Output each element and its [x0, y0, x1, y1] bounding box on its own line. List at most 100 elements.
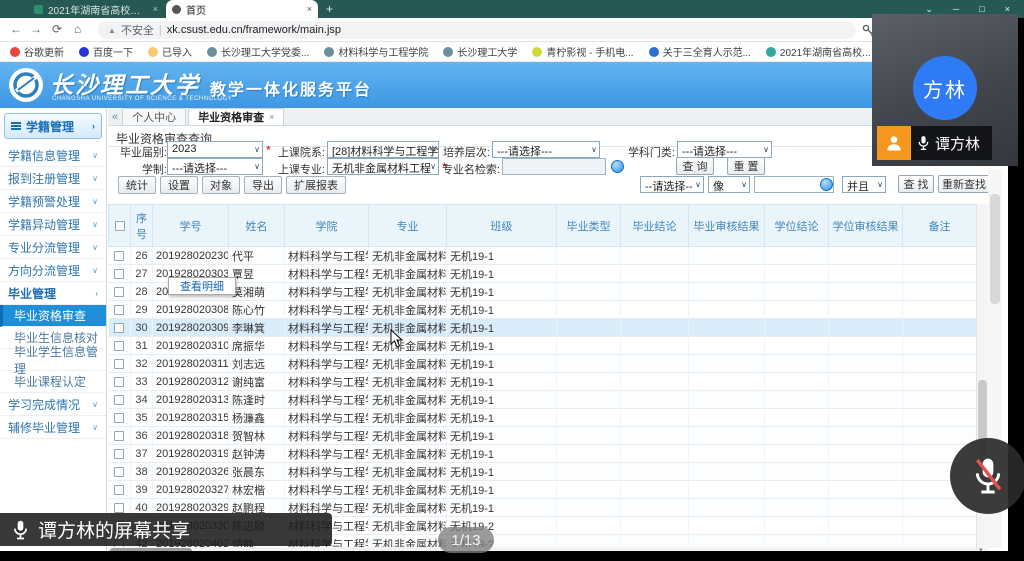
tab-graduation-review[interactable]: 毕业资格审查 ×: [188, 108, 284, 125]
sidebar-group-item[interactable]: 报到注册管理 ∨: [0, 167, 106, 190]
sidebar-group-item[interactable]: 辅修毕业管理 ∨: [0, 416, 106, 439]
view-detail-tooltip[interactable]: 查看明细: [168, 277, 236, 295]
bookmark-item[interactable]: 材料科学与工程学院: [324, 44, 428, 59]
sidebar-group-item[interactable]: 专业分流管理 ∨: [0, 236, 106, 259]
table-row[interactable]: 33 201928020312 谢纯富 材料科学与工程学院 无机非金属材料工程 …: [109, 373, 977, 391]
row-checkbox[interactable]: [114, 287, 124, 297]
close-tab-icon[interactable]: ×: [307, 4, 312, 14]
schooling-length-select[interactable]: ---请选择--- ∨: [167, 158, 263, 175]
url-field[interactable]: ▲ 不安全 | xk.csust.edu.cn/framework/main.j…: [98, 21, 856, 39]
sidebar-root-menu[interactable]: 学籍管理 ›: [4, 113, 102, 139]
bookmark-item[interactable]: 2021年湖南省高校...: [766, 44, 871, 59]
row-checkbox[interactable]: [114, 269, 124, 279]
table-row[interactable]: 34 201928020313 陈逢时 材料科学与工程学院 无机非金属材料工程 …: [109, 391, 977, 409]
cell-class: 无机19-1: [447, 373, 557, 391]
scrollbar-thumb[interactable]: [990, 194, 1000, 304]
row-checkbox[interactable]: [114, 251, 124, 261]
sidebar-group-graduation[interactable]: 毕业管理 ‹: [0, 282, 106, 305]
meeting-video-panel[interactable]: 方林 谭方林: [872, 14, 1018, 166]
cell-remark: [903, 301, 977, 319]
collapse-sidebar-icon[interactable]: «: [108, 111, 122, 125]
row-checkbox[interactable]: [114, 395, 124, 405]
row-checkbox[interactable]: [114, 467, 124, 477]
row-checkbox[interactable]: [114, 359, 124, 369]
tab-personal-center[interactable]: 个人中心: [122, 108, 186, 125]
window-control-icon[interactable]: □: [979, 4, 984, 14]
bookmark-item[interactable]: 关于三全育人示范...: [649, 44, 751, 59]
bookmark-item[interactable]: 百度一下: [79, 44, 133, 59]
major-select[interactable]: 无机非金属材料工程 ∨: [327, 158, 439, 175]
query-button[interactable]: 查 询: [676, 157, 714, 175]
back-icon[interactable]: ←: [10, 22, 22, 36]
sidebar-group-item[interactable]: 学籍信息管理 ∨: [0, 144, 106, 167]
table-row[interactable]: 31 201928020310 席振华 材料科学与工程学院 无机非金属材料工程 …: [109, 337, 977, 355]
table-row[interactable]: 26 201928020230 代平 材料科学与工程学院 无机非金属材料工程 无…: [109, 247, 977, 265]
find-button[interactable]: 查 找: [898, 175, 934, 193]
table-row[interactable]: 36 201928020318 贺智林 材料科学与工程学院 无机非金属材料工程 …: [109, 427, 977, 445]
bookmark-item[interactable]: 已导入: [148, 44, 192, 59]
close-tab-icon[interactable]: ×: [153, 4, 158, 14]
bookmark-item[interactable]: 谷歌更新: [10, 44, 64, 59]
bookmark-item[interactable]: 青柠影视 - 手机电...: [532, 44, 633, 59]
cell-student-id: 201928020310: [153, 337, 229, 355]
table-row[interactable]: 39 201928020327 林宏楷 材料科学与工程学院 无机非金属材料工程 …: [109, 481, 977, 499]
grid-header-cell: 学位结论: [765, 205, 829, 247]
window-control-icon[interactable]: ─: [953, 4, 959, 14]
cell-class: 无机19-1: [447, 481, 557, 499]
row-checkbox[interactable]: [114, 305, 124, 315]
advanced-search-icon[interactable]: [611, 160, 624, 173]
search-icon[interactable]: [820, 178, 833, 191]
finder-field-select[interactable]: --请选择-- ∨: [640, 176, 704, 193]
browser-tab-inactive[interactable]: 2021年湖南省高校思想政治工作 ×: [28, 0, 164, 18]
row-checkbox[interactable]: [114, 449, 124, 459]
refind-button[interactable]: 重新查找: [938, 175, 990, 193]
sidebar-group-item[interactable]: 学籍预警处理 ∨: [0, 190, 106, 213]
bookmark-item[interactable]: 长沙理工大学党委...: [207, 44, 309, 59]
table-row[interactable]: 28 201928020307 莫湘萌 材料科学与工程学院 无机非金属材料工程 …: [109, 283, 977, 301]
row-checkbox[interactable]: [114, 341, 124, 351]
department-select[interactable]: [28]材料科学与工程学院 ∨: [327, 141, 439, 158]
cell-remark: [903, 283, 977, 301]
row-checkbox[interactable]: [114, 485, 124, 495]
bookmark-item[interactable]: 长沙理工大学: [443, 44, 517, 59]
row-checkbox[interactable]: [114, 431, 124, 441]
table-row[interactable]: 38 201928020326 张晨东 材料科学与工程学院 无机非金属材料工程 …: [109, 463, 977, 481]
sidebar-group-item[interactable]: 方向分流管理 ∨: [0, 259, 106, 282]
table-row[interactable]: 37 201928020319 赵钟涛 材料科学与工程学院 无机非金属材料工程 …: [109, 445, 977, 463]
row-checkbox[interactable]: [114, 323, 124, 333]
reset-button[interactable]: 重 置: [727, 157, 765, 175]
table-row[interactable]: 30 201928020309 李琳箕 材料科学与工程学院 无机非金属材料工程 …: [109, 319, 977, 337]
discipline-select[interactable]: ---请选择--- ∨: [677, 141, 772, 158]
table-row[interactable]: 27 201928020303 覃昱 材料科学与工程学院 无机非金属材料工程 无…: [109, 265, 977, 283]
row-checkbox[interactable]: [114, 377, 124, 387]
table-row[interactable]: 32 201928020311 刘志远 材料科学与工程学院 无机非金属材料工程 …: [109, 355, 977, 373]
row-checkbox[interactable]: [114, 413, 124, 423]
row-checkbox[interactable]: [114, 503, 124, 513]
home-icon[interactable]: ⌂: [74, 22, 81, 36]
finder-operator-select[interactable]: 像 ∨: [708, 176, 750, 193]
new-tab-button[interactable]: +: [326, 2, 333, 16]
grid-header-cell: 学号: [153, 205, 229, 247]
profile-tile[interactable]: [877, 126, 911, 160]
window-control-icon[interactable]: ⌄: [925, 4, 933, 15]
sidebar-group-item[interactable]: 学习完成情况 ∨: [0, 393, 106, 416]
select-all-checkbox[interactable]: [115, 221, 125, 231]
browser-tab-active[interactable]: 首页 ×: [166, 0, 318, 18]
window-control-icon[interactable]: ×: [1005, 4, 1010, 14]
cell-class: 无机19-1: [447, 319, 557, 337]
table-row[interactable]: 29 201928020308 陈心竹 材料科学与工程学院 无机非金属材料工程 …: [109, 301, 977, 319]
graduation-year-select[interactable]: 2023 ∨: [167, 141, 263, 158]
reload-icon[interactable]: ⟳: [52, 22, 62, 36]
forward-icon[interactable]: →: [30, 22, 42, 36]
close-tab-icon[interactable]: ×: [269, 112, 274, 122]
sidebar-submenu-item[interactable]: 毕业资格审查: [0, 305, 106, 327]
table-row[interactable]: 35 201928020315 杨濂鑫 材料科学与工程学院 无机非金属材料工程 …: [109, 409, 977, 427]
mute-toggle-button[interactable]: [950, 438, 1024, 514]
sidebar-group-item[interactable]: 学籍异动管理 ∨: [0, 213, 106, 236]
sidebar-groups-bottom: 学习完成情况 ∨ 辅修毕业管理 ∨: [0, 393, 106, 439]
sidebar-submenu-item[interactable]: 毕业学生信息管理: [0, 349, 106, 371]
select-value: 2023: [172, 143, 196, 155]
major-name-search-input[interactable]: [502, 158, 606, 175]
education-level-select[interactable]: ---请选择--- ∨: [492, 141, 600, 158]
finder-logic-select[interactable]: 并且 ∨: [842, 176, 886, 193]
